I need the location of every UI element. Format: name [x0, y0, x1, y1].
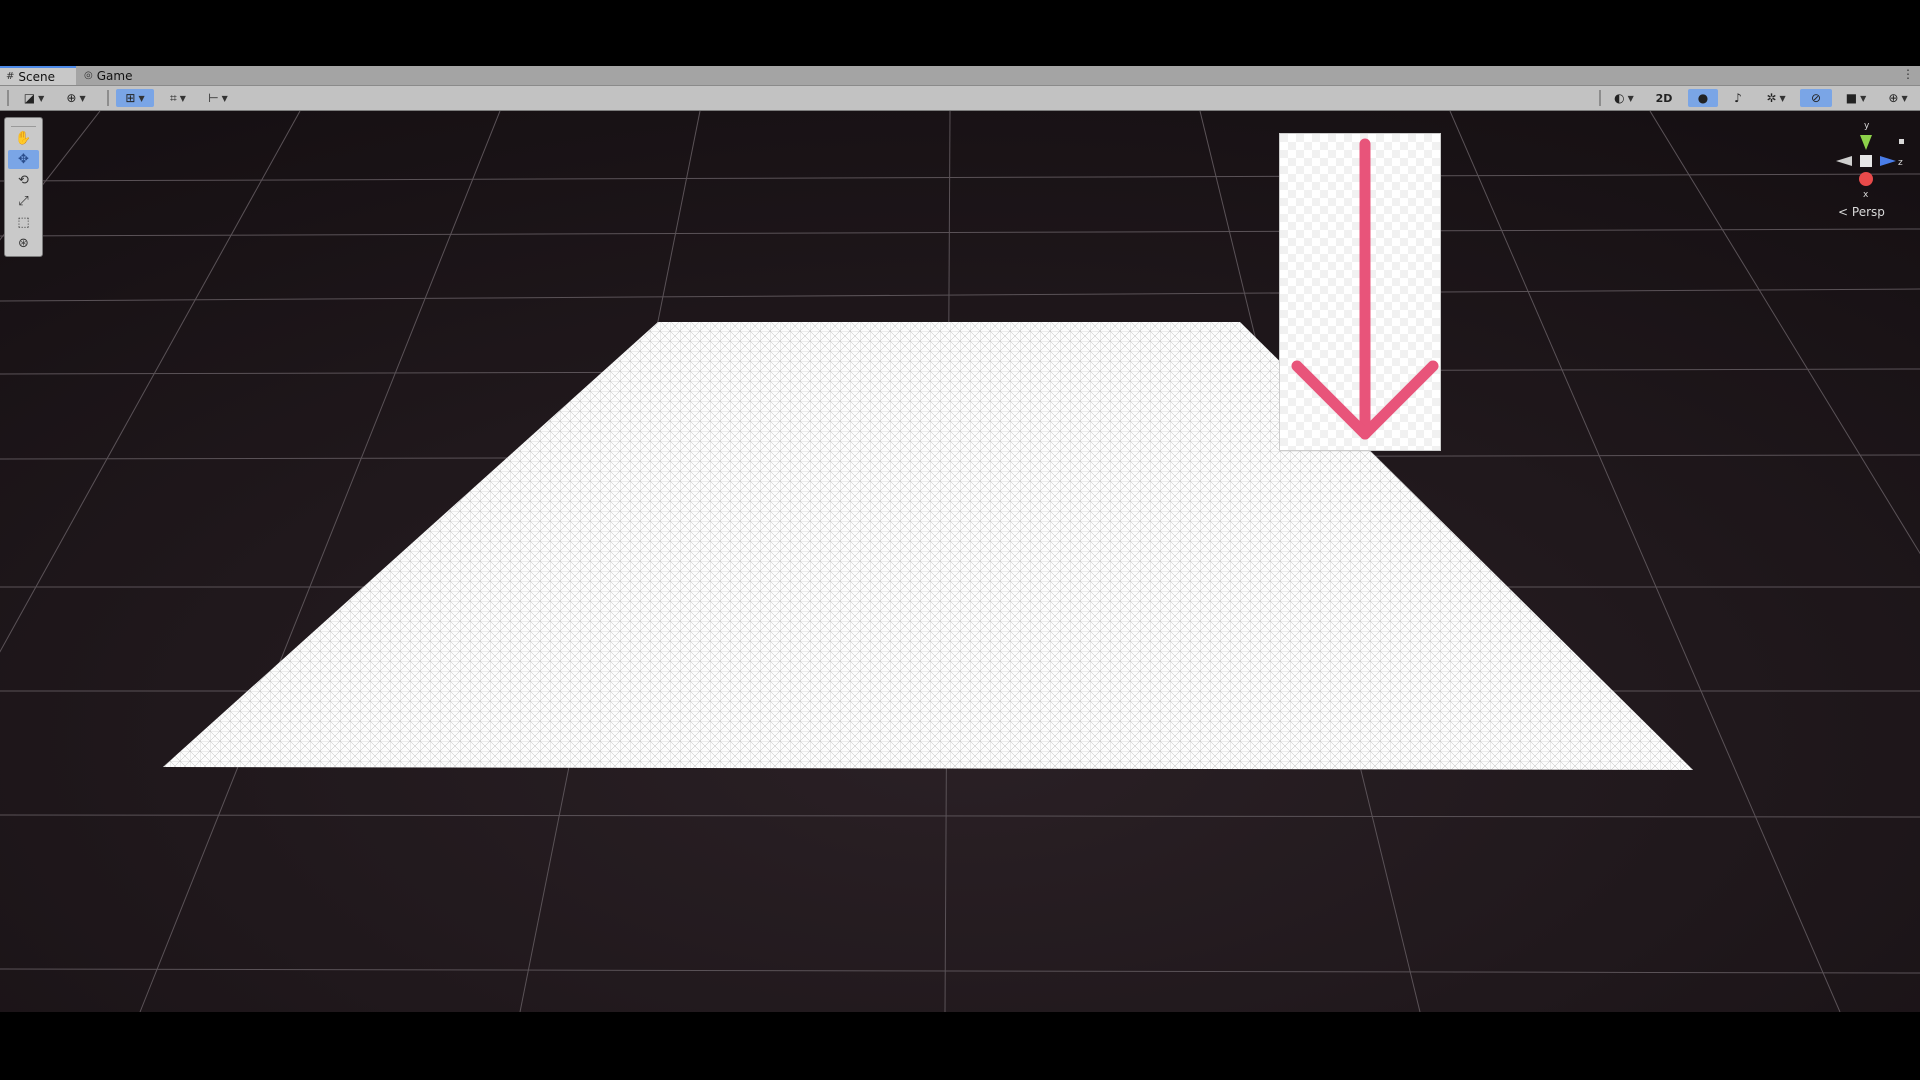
effects-dropdown[interactable]: ✲ ▼ [1758, 89, 1794, 107]
ruler-icon: ⊢ [208, 91, 219, 105]
chevron-down-icon: ▼ [221, 93, 228, 103]
gizmos-dropdown[interactable]: ⊕ ▼ [1880, 89, 1916, 107]
scene-render [0, 111, 1920, 1012]
increment-snap-dropdown[interactable]: ⊢ ▼ [200, 89, 236, 107]
y-axis-cone[interactable] [1860, 135, 1872, 150]
scale-tool[interactable]: ⤢ [8, 192, 39, 211]
camera-icon: ■ [1845, 91, 1858, 105]
chevron-down-icon: ▼ [179, 93, 186, 103]
tab-game[interactable]: ◎ Game [78, 66, 148, 85]
chevron-down-icon: ▼ [1860, 93, 1867, 103]
shading-mode-icon: ◪ [23, 91, 36, 105]
gizmo-y-label: y [1864, 121, 1870, 131]
letterbox-top [0, 0, 1920, 66]
globe-icon: ⊕ [66, 91, 77, 105]
rect-tool[interactable]: ⬚ [8, 213, 39, 232]
gizmo-x-label: x [1863, 190, 1869, 200]
effects-icon: ✲ [1766, 91, 1777, 105]
lightbulb-icon: ● [1697, 91, 1709, 105]
toolbar-divider [7, 90, 9, 106]
shading-sphere-dropdown[interactable]: ◐ ▼ [1606, 89, 1642, 107]
chevron-down-icon: ▼ [1901, 93, 1908, 103]
gamepad-icon: ◎ [84, 70, 93, 81]
shading-mode-dropdown[interactable]: ◪ ▼ [16, 89, 52, 107]
scene-view-window: # Scene ◎ Game ⋮ ◪ ▼ ⊕ ▼ ⊞ ▼ ⌗ ▼ ⊢ ▼ ◐ ▼ 2D [0, 66, 1920, 1012]
toolbar-divider [1599, 90, 1601, 106]
transform-tool[interactable]: ⊛ [8, 234, 39, 253]
z-axis-cone[interactable] [1880, 156, 1896, 166]
scene-toolbar: ◪ ▼ ⊕ ▼ ⊞ ▼ ⌗ ▼ ⊢ ▼ ◐ ▼ 2D ● ♪ ✲ ▼ ⊘ ■ ▼… [0, 86, 1920, 111]
audio-toggle-button[interactable]: ♪ [1724, 89, 1752, 107]
gizmo-globe-icon: ⊕ [1888, 91, 1899, 105]
axis-gizmo-graphic: y z x [1836, 121, 1904, 200]
snap-grid-icon: ⊞ [125, 91, 136, 105]
tab-bar: # Scene ◎ Game ⋮ [0, 66, 1920, 86]
hand-icon: ✋ [15, 131, 32, 146]
eye-slash-icon: ⊘ [1810, 91, 1822, 105]
arrow-overlay-card [1279, 133, 1441, 451]
projection-label: Persp [1851, 205, 1885, 219]
toolbar-divider [107, 90, 109, 106]
hidden-objects-toggle[interactable]: ⊘ [1800, 89, 1832, 107]
neg-x-axis-cone[interactable] [1836, 156, 1852, 166]
gizmo-z-label: z [1898, 158, 1903, 168]
down-arrow-graphic [1280, 134, 1440, 450]
scene-viewport[interactable]: ✋ ✥ ⟲ ⤢ ⬚ ⊛ y z x < Persp [0, 111, 1920, 1012]
transform-icon: ⊛ [18, 236, 29, 251]
lighting-toggle-button[interactable]: ● [1688, 89, 1718, 107]
letterbox-bottom [0, 1012, 1920, 1080]
move-tool[interactable]: ✥ [8, 150, 39, 169]
projection-toggle[interactable]: < Persp [1838, 205, 1885, 219]
tab-game-label: Game [96, 68, 133, 83]
chevron-down-icon: ▼ [79, 93, 86, 103]
chevron-down-icon: ▼ [1627, 93, 1634, 103]
x-axis-cone[interactable] [1859, 172, 1873, 186]
gizmo-center-cube[interactable] [1860, 155, 1872, 167]
gizmo-lock-icon[interactable] [1899, 139, 1904, 144]
rotate-icon: ⟲ [18, 173, 29, 188]
2d-toggle-button[interactable]: 2D [1650, 89, 1678, 107]
rotate-tool[interactable]: ⟲ [8, 171, 39, 190]
kebab-menu-icon[interactable]: ⋮ [1902, 67, 1914, 81]
speaker-icon: ♪ [1734, 91, 1742, 105]
camera-settings-dropdown[interactable]: ■ ▼ [1838, 89, 1874, 107]
move-arrows-icon: ✥ [18, 152, 29, 167]
scale-icon: ⤢ [18, 194, 29, 209]
chevron-down-icon: ▼ [138, 93, 145, 103]
chevron-down-icon: ▼ [38, 93, 45, 103]
tab-scene[interactable]: # Scene [0, 66, 76, 85]
move-snap-toggle[interactable]: ⊞ ▼ [116, 89, 154, 107]
chevron-down-icon: ▼ [1779, 93, 1786, 103]
hand-tool[interactable]: ✋ [8, 129, 39, 148]
rect-icon: ⬚ [17, 215, 30, 230]
orientation-gizmo[interactable]: y z x [1816, 115, 1916, 205]
grid-snap-dropdown[interactable]: ⌗ ▼ [160, 89, 196, 107]
sphere-icon: ◐ [1614, 91, 1625, 105]
grid-icon: # [6, 71, 15, 82]
panel-grip[interactable] [11, 120, 36, 127]
draw-mode-dropdown[interactable]: ⊕ ▼ [58, 89, 94, 107]
tab-scene-label: Scene [18, 69, 55, 84]
tool-panel: ✋ ✥ ⟲ ⤢ ⬚ ⊛ [4, 117, 43, 257]
chevron-left-icon: < [1838, 205, 1849, 219]
grid-snap-icon: ⌗ [170, 90, 177, 105]
